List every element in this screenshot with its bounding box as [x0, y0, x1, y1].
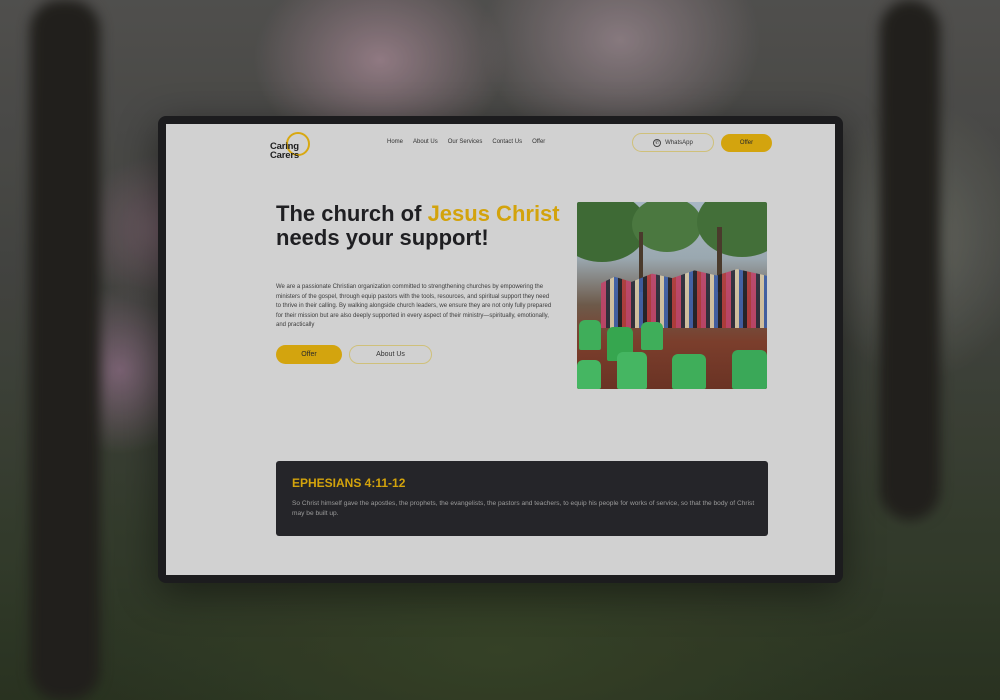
photo-chair	[672, 354, 706, 389]
nav-item-contact-us[interactable]: Contact Us	[492, 139, 522, 145]
whatsapp-icon: ✆	[653, 138, 662, 147]
photo-chair	[577, 360, 601, 389]
photo-chair	[617, 352, 647, 389]
logo-text-line2: Carers	[270, 150, 299, 161]
web-page: Caring Carers Home About Us Our Services…	[166, 124, 835, 575]
header-offer-label: Offer	[739, 140, 754, 146]
nav-item-offer[interactable]: Offer	[532, 139, 545, 145]
photo-chair	[641, 322, 663, 350]
hero-title-part1: The church of	[276, 201, 428, 226]
hero-offer-label: Offer	[301, 351, 317, 358]
logo-text: Caring Carers	[270, 142, 299, 161]
browser-frame: Caring Carers Home About Us Our Services…	[158, 116, 843, 583]
hero-title-part2: needs your support!	[276, 224, 489, 250]
photo-tree-canopy	[697, 202, 767, 257]
site-logo[interactable]: Caring Carers	[270, 130, 316, 162]
scripture-quote-box: EPHESIANS 4:11-12 So Christ himself gave…	[276, 461, 768, 536]
nav-item-our-services[interactable]: Our Services	[448, 139, 483, 145]
photo-chair	[732, 350, 767, 389]
hero-photo	[577, 202, 767, 389]
main-nav: Home About Us Our Services Contact Us Of…	[387, 139, 545, 145]
scripture-reference: EPHESIANS 4:11-12	[292, 476, 406, 490]
hero-description: We are a passionate Christian organizati…	[276, 284, 552, 329]
about-us-button[interactable]: About Us	[349, 345, 432, 364]
hero-offer-button[interactable]: Offer	[276, 345, 342, 364]
nav-item-home[interactable]: Home	[387, 139, 403, 145]
scripture-text: So Christ himself gave the apostles, the…	[292, 500, 755, 517]
photo-chair	[579, 320, 601, 350]
about-us-label: About Us	[376, 351, 405, 358]
hero-title: The church of Jesus Christ needs your su…	[276, 202, 576, 249]
whatsapp-button[interactable]: ✆ WhatsApp	[632, 133, 714, 152]
photo-group-of-people	[601, 269, 767, 328]
header-offer-button[interactable]: Offer	[721, 134, 772, 152]
nav-item-about-us[interactable]: About Us	[413, 139, 438, 145]
hero-title-accent: Jesus Christ	[427, 201, 560, 226]
whatsapp-button-label: WhatsApp	[665, 139, 693, 146]
